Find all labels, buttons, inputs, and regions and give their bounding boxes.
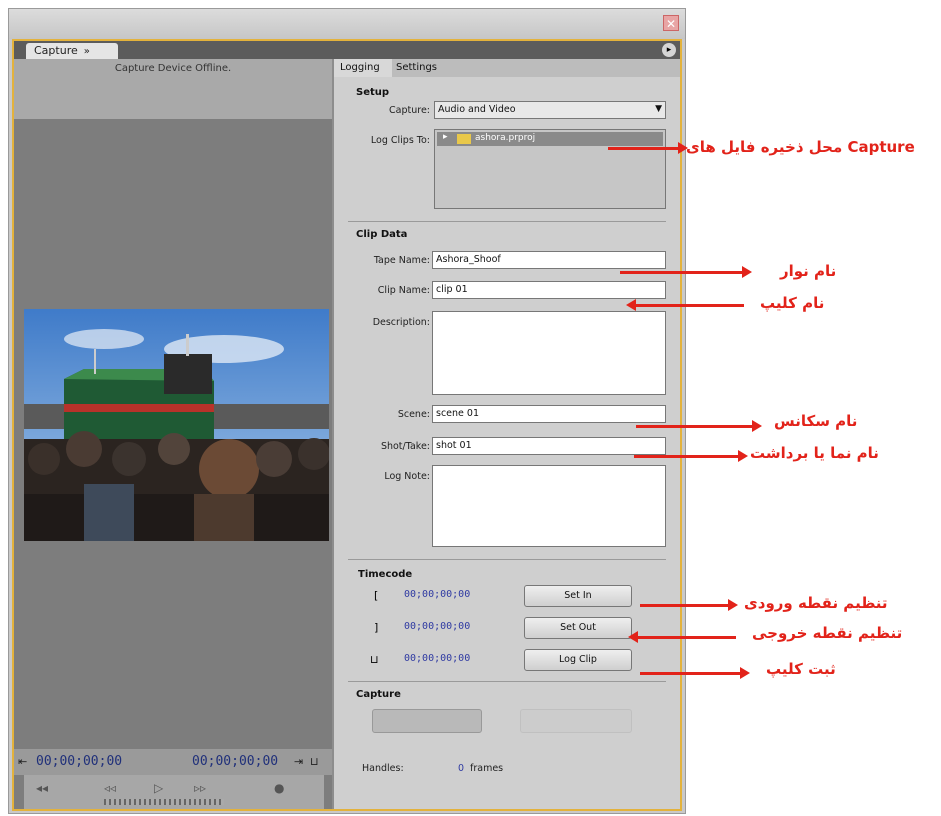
annotation-arrow-clip-name xyxy=(626,299,744,311)
duration-timecode[interactable]: 00;00;00;00 xyxy=(192,754,278,769)
preview-pane: Capture Device Offline. ⇤ 00;00;00;00 00… xyxy=(14,59,332,809)
capture-section-title: Capture xyxy=(356,689,401,700)
divider xyxy=(348,221,666,222)
annotation-arrow-scene xyxy=(636,420,762,432)
in-icon: [ xyxy=(374,589,379,602)
frames-label: frames xyxy=(470,763,504,774)
capture-window: ✕ Capture » ▸ Capture Device Offline. ⇤ 0… xyxy=(8,8,686,814)
handles-label: Handles: xyxy=(362,763,404,774)
folder-icon xyxy=(457,134,471,144)
annotation-shot: نام نما یا برداشت xyxy=(750,444,879,462)
log-clips-to-label: Log Clips To: xyxy=(370,135,430,146)
fast-forward-icon[interactable]: ▹▹ xyxy=(194,781,206,795)
annotation-tape-name: نام نوار xyxy=(780,262,837,280)
annotation-arrow-set-out xyxy=(628,631,736,643)
in-out-capture-button[interactable] xyxy=(372,709,482,733)
handles-value[interactable]: 0 xyxy=(458,763,464,774)
log-clip-button[interactable]: Log Clip xyxy=(524,649,632,671)
tab-close-icon[interactable]: » xyxy=(84,46,90,57)
project-name: ashora.prproj xyxy=(475,133,536,143)
duration-icon: ⊔ xyxy=(370,653,379,666)
timecode-section-title: Timecode xyxy=(358,569,413,580)
panel-menu-icon[interactable]: ▸ xyxy=(662,43,676,57)
tab-capture-label: Capture xyxy=(34,44,78,57)
out-timecode[interactable]: 00;00;00;00 xyxy=(404,621,470,632)
divider xyxy=(348,559,666,560)
project-row[interactable]: ▸ ashora.prproj xyxy=(437,132,663,146)
logging-tabs: Logging Settings xyxy=(334,59,680,77)
tab-logging[interactable]: Logging xyxy=(340,62,380,73)
log-clips-to-bin[interactable]: ▸ ashora.prproj xyxy=(434,129,666,209)
window-titlebar xyxy=(9,9,685,39)
device-offline-text: Capture Device Offline. xyxy=(114,63,232,74)
preview-header: Capture Device Offline. xyxy=(14,59,332,119)
current-timecode[interactable]: 00;00;00;00 xyxy=(36,754,122,769)
expand-icon[interactable]: ▸ xyxy=(443,132,448,142)
description-label: Description: xyxy=(372,317,430,328)
window-close-button[interactable]: ✕ xyxy=(663,15,679,31)
capture-label: Capture: xyxy=(389,105,430,116)
clip-data-section-title: Clip Data xyxy=(356,229,408,240)
in-point-icon: ⇤ xyxy=(18,755,28,768)
video-preview xyxy=(24,309,329,541)
transport-controls: ◂◂ ◃◃ ▷ ▹▹ ● xyxy=(24,775,324,809)
scene-input[interactable]: scene 01 xyxy=(432,405,666,423)
out-point-icon: ⇥ xyxy=(294,755,304,768)
annotation-arrow-shot xyxy=(634,450,748,462)
tape-capture-button[interactable] xyxy=(520,709,632,733)
logging-pane: Logging Settings Setup Capture: Audio an… xyxy=(334,59,680,809)
capture-panel: Capture » ▸ Capture Device Offline. ⇤ 00;… xyxy=(12,39,682,811)
tab-settings[interactable]: Settings xyxy=(396,62,437,73)
play-icon[interactable]: ▷ xyxy=(154,781,163,795)
set-out-button[interactable]: Set Out xyxy=(524,617,632,639)
annotation-arrow-log-clip xyxy=(640,667,750,679)
annotation-set-out: تنظیم نقطه خروجی xyxy=(752,624,903,642)
chevron-down-icon: ▼ xyxy=(655,104,662,114)
capture-select-value: Audio and Video xyxy=(438,104,516,115)
rewind-icon[interactable]: ◃◃ xyxy=(104,781,116,795)
log-note-label: Log Note: xyxy=(384,471,430,482)
annotation-capture-location: محل ذخیره فایل های Capture xyxy=(686,138,915,156)
set-in-button[interactable]: Set In xyxy=(524,585,632,607)
panel-tab-strip: Capture » ▸ xyxy=(14,41,680,59)
annotation-scene: نام سکانس xyxy=(774,412,858,430)
description-textarea[interactable] xyxy=(432,311,666,395)
tape-name-label: Tape Name: xyxy=(373,255,430,266)
tab-capture[interactable]: Capture » xyxy=(26,43,118,59)
setup-section-title: Setup xyxy=(356,87,390,98)
divider xyxy=(348,681,666,682)
capture-select[interactable]: Audio and Video ▼ xyxy=(434,101,666,119)
scene-label: Scene: xyxy=(397,409,430,420)
annotation-clip-name: نام کلیپ xyxy=(760,294,825,312)
step-back-icon[interactable]: ◂◂ xyxy=(36,781,48,795)
annotation-arrow-tape-name xyxy=(620,266,752,278)
annotation-arrow-capture-location xyxy=(608,142,688,154)
annotation-set-in: تنظیم نقطه ورودی xyxy=(744,594,888,612)
annotation-arrow-set-in xyxy=(640,599,738,611)
clip-name-input[interactable]: clip 01 xyxy=(432,281,666,299)
record-icon[interactable]: ● xyxy=(274,781,284,795)
mark-icon: ⊔ xyxy=(310,755,319,768)
annotation-log-clip: ثبت کلیپ xyxy=(766,660,836,678)
shot-take-label: Shot/Take: xyxy=(380,441,430,452)
jog-shuttle[interactable] xyxy=(104,799,224,805)
log-note-textarea[interactable] xyxy=(432,465,666,547)
in-timecode[interactable]: 00;00;00;00 xyxy=(404,589,470,600)
duration-timecode[interactable]: 00;00;00;00 xyxy=(404,653,470,664)
timecode-bar: ⇤ 00;00;00;00 00;00;00;00 ⇥ ⊔ xyxy=(14,749,332,775)
out-icon: ] xyxy=(374,621,379,634)
shot-take-input[interactable]: shot 01 xyxy=(432,437,666,455)
clip-name-label: Clip Name: xyxy=(377,285,430,296)
tape-name-input[interactable]: Ashora_Shoof xyxy=(432,251,666,269)
